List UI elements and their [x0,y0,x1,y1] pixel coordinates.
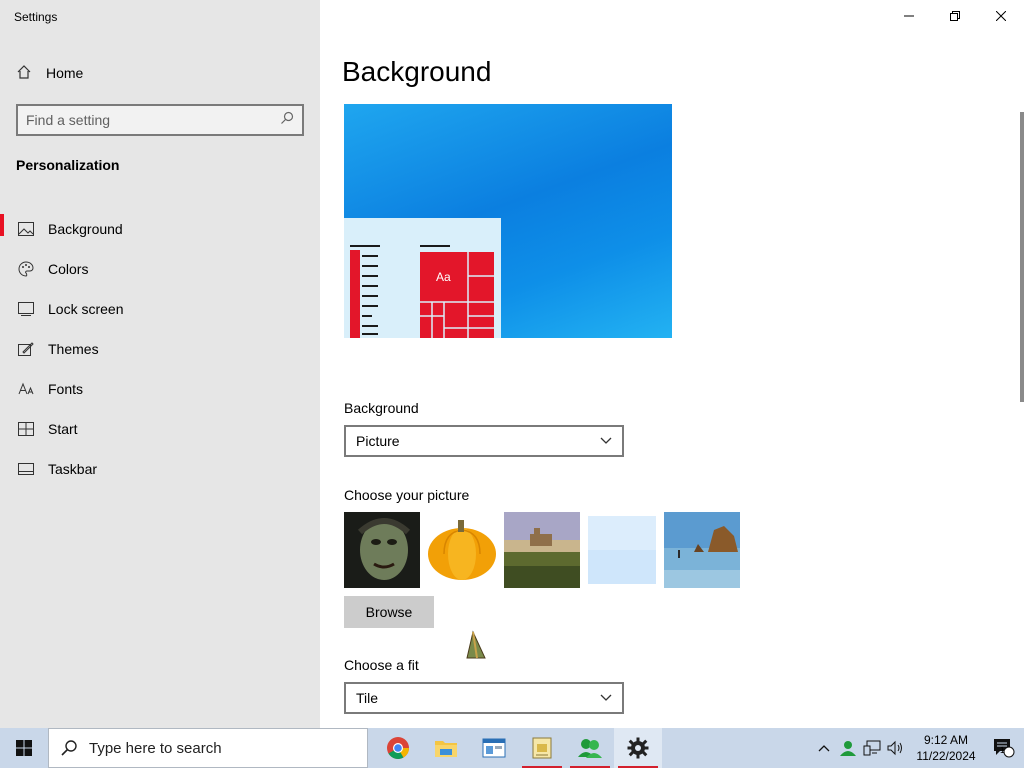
page-title: Background [342,56,492,87]
start-button[interactable] [0,728,48,768]
sidebar-item-label: Start [48,421,78,437]
taskbar-app-file-explorer[interactable] [422,728,470,768]
action-center-button[interactable]: 1 [984,728,1024,768]
pumpkin-picture-icon [424,512,500,588]
browse-button[interactable]: Browse [344,596,434,628]
sidebar-nav: Background Colors Lock screen Themes Fon… [0,205,320,493]
clock-date: 11/22/2024 [916,749,976,763]
notification-count: 1 [999,745,1005,755]
network-icon [863,740,881,756]
search-icon [61,740,77,756]
system-tray: 9:12 AM 11/22/2024 1 [812,728,1024,768]
light-blue-picture-icon [584,512,660,588]
taskbar-apps [374,728,662,768]
picture-thumbnail-pumpkin[interactable] [424,512,500,588]
face-picture-icon [344,512,420,588]
sidebar-item-label: Background [48,221,123,237]
sidebar-item-label: Fonts [48,381,84,397]
start-icon [18,421,34,437]
tray-people-button[interactable] [836,740,860,756]
close-icon [996,11,1006,21]
background-dropdown[interactable]: Picture [344,425,624,457]
settings-icon [627,737,649,759]
taskbar-app-chrome[interactable] [374,728,422,768]
picture-thumbnail-face[interactable] [344,512,420,588]
home-icon [16,64,32,83]
chevron-up-icon [818,745,830,752]
network-button[interactable] [860,740,884,756]
minimize-button[interactable] [886,0,932,32]
preview-start-menu-graphic [350,245,494,338]
sidebar-item-label: Taskbar [48,461,98,477]
scrollbar[interactable] [1020,112,1024,402]
lock-screen-icon [18,301,34,317]
volume-icon [887,740,902,756]
app-title: Settings [14,10,58,24]
chevron-down-icon [600,694,612,701]
clock[interactable]: 9:12 AM 11/22/2024 [908,732,984,764]
window-app-icon [482,738,506,758]
fit-dropdown[interactable]: Tile [344,682,624,714]
picture-thumbnail-beach[interactable] [664,512,740,588]
search-icon [280,111,294,130]
people-icon [578,739,602,758]
taskbar-app-settings[interactable] [614,728,662,768]
taskbar-icon [18,461,34,477]
themes-icon [18,341,34,357]
chrome-icon [387,737,409,759]
sidebar-item-label: Themes [48,341,99,357]
taskbar-app-people[interactable] [566,728,614,768]
picture-thumbnails [344,512,740,588]
picture-thumbnail-castle[interactable] [504,512,580,588]
clock-time: 9:12 AM [923,733,969,747]
busy-cursor-icon [463,630,489,662]
volume-button[interactable] [884,740,908,756]
palette-icon [18,261,34,277]
fit-dropdown-value: Tile [356,690,379,706]
taskbar-search-placeholder: Type here to search [89,739,222,757]
background-dropdown-value: Picture [356,433,400,449]
show-hidden-icons-button[interactable] [812,744,836,752]
section-title: Personalization [16,157,120,173]
find-setting-search[interactable] [16,104,304,136]
minimize-icon [904,15,914,17]
find-setting-input[interactable] [26,112,280,128]
chevron-down-icon [600,437,612,444]
picture-thumbnail-light-blue[interactable] [584,512,660,588]
people-tray-icon [840,741,856,756]
home-label: Home [46,65,84,81]
sidebar: Settings Home Personalization Background… [0,0,320,728]
beach-picture-icon [664,512,740,588]
sidebar-item-label: Lock screen [48,301,124,317]
window-controls [886,0,1024,32]
close-button[interactable] [978,0,1024,32]
restore-icon [950,11,960,21]
restore-button[interactable] [932,0,978,32]
preview-start-menu: Aa [344,218,501,338]
choose-picture-label: Choose your picture [344,487,470,503]
background-label: Background [344,400,419,416]
sidebar-item-taskbar[interactable]: Taskbar [0,445,320,493]
preview-tile-text: Aa [436,270,451,284]
taskbar-app-window[interactable] [470,728,518,768]
fonts-icon [18,381,34,397]
windows-logo-icon [16,740,32,756]
notepad-icon [532,737,552,759]
picture-icon [18,221,34,237]
taskbar-search[interactable]: Type here to search [48,728,368,768]
taskbar-app-notepad[interactable] [518,728,566,768]
background-preview: Aa [344,104,672,338]
sidebar-item-label: Colors [48,261,89,277]
castle-picture-icon [504,512,580,588]
home-link[interactable]: Home [16,62,83,84]
taskbar: Type here to search 9:12 AM 11/22/2024 1 [0,728,1024,768]
file-explorer-icon [435,741,457,757]
choose-fit-label: Choose a fit [344,657,419,673]
